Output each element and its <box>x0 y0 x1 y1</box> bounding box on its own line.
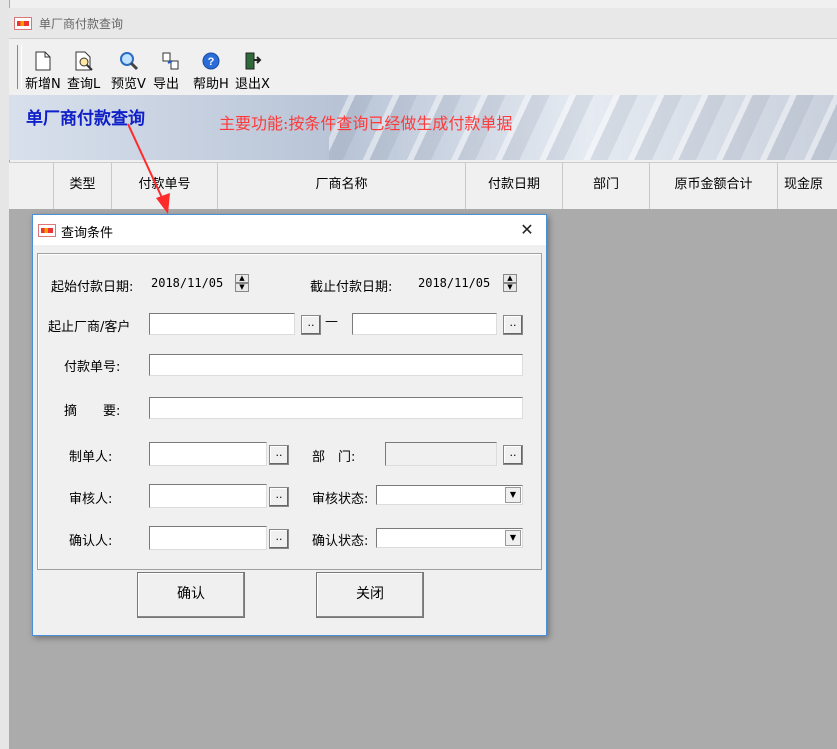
export-button[interactable]: 导出 <box>153 49 189 93</box>
app-logo-icon <box>38 224 56 237</box>
banner-subtitle: 主要功能:按条件查询已经做生成付款单据 <box>219 114 513 133</box>
confirm-status-select[interactable]: ▼ <box>376 528 523 548</box>
end-date-label: 截止付款日期: <box>310 280 393 295</box>
chevron-down-icon[interactable]: ▼ <box>505 530 521 546</box>
confirm-status-label: 确认状态: <box>312 534 369 549</box>
column-header[interactable]: 原币金额合计 <box>650 163 778 209</box>
banner-title: 单厂商付款查询 <box>26 109 145 129</box>
toolbar-grip[interactable] <box>17 45 22 89</box>
query-button[interactable]: 查询L <box>67 49 103 93</box>
svg-text:?: ? <box>208 56 215 68</box>
close-button[interactable]: 关闭 <box>316 572 424 618</box>
spin-up-icon[interactable]: ▲ <box>503 274 517 283</box>
exit-icon <box>245 52 262 70</box>
dialog-title: 查询条件 <box>61 226 114 241</box>
review-status-select[interactable]: ▼ <box>376 485 523 505</box>
summary-field[interactable] <box>149 397 523 419</box>
new-button[interactable]: 新增N <box>25 49 61 93</box>
vendor-from-browse-button[interactable]: .. <box>301 315 321 335</box>
search-document-icon <box>75 51 93 71</box>
preview-button-label: 预览V <box>111 77 146 92</box>
payment-no-label: 付款单号: <box>64 360 121 375</box>
start-date-field[interactable]: 2018/11/05 <box>149 274 233 294</box>
spin-down-icon[interactable]: ▼ <box>503 283 517 292</box>
payment-no-field[interactable] <box>149 354 523 376</box>
summary-label: 摘 要: <box>64 404 121 419</box>
confirm-button[interactable]: 确认 <box>137 572 245 618</box>
query-button-label: 查询L <box>67 77 101 92</box>
vendor-range-label: 起止厂商/客户 <box>48 320 131 335</box>
exit-button-label: 退出X <box>235 77 270 92</box>
review-status-label: 审核状态: <box>312 492 369 507</box>
spin-down-icon[interactable]: ▼ <box>235 283 249 292</box>
dialog-titlebar[interactable]: 查询条件 ✕ <box>33 215 546 245</box>
column-header[interactable]: 类型 <box>54 163 112 209</box>
new-document-icon <box>35 51 51 71</box>
main-titlebar: 单厂商付款查询 <box>9 8 837 39</box>
spin-up-icon[interactable]: ▲ <box>235 274 249 283</box>
magnifier-icon <box>120 52 139 71</box>
export-button-label: 导出 <box>153 77 180 92</box>
preview-button[interactable]: 预览V <box>111 49 147 93</box>
maker-field[interactable] <box>149 442 267 466</box>
banner: 单厂商付款查询 主要功能:按条件查询已经做生成付款单据 <box>9 95 837 160</box>
help-icon: ? <box>202 52 220 70</box>
criteria-group: 起始付款日期: 2018/11/05 ▲ ▼ 截止付款日期: 2018/11/05… <box>37 253 542 570</box>
dept-browse-button[interactable]: .. <box>503 445 523 465</box>
help-button-label: 帮助H <box>193 77 229 92</box>
maker-browse-button[interactable]: .. <box>269 445 289 465</box>
export-icon <box>162 52 179 70</box>
chevron-down-icon[interactable]: ▼ <box>505 487 521 503</box>
window-title: 单厂商付款查询 <box>39 17 124 31</box>
confirmer-field[interactable] <box>149 526 267 550</box>
confirmer-label: 确认人: <box>69 534 113 549</box>
range-dash: — <box>325 314 338 329</box>
close-icon[interactable]: ✕ <box>513 217 541 243</box>
dept-label: 部 门: <box>312 450 356 465</box>
column-header[interactable]: 现金原 <box>778 163 837 209</box>
column-header[interactable]: 厂商名称 <box>218 163 466 209</box>
query-dialog: 查询条件 ✕ 起始付款日期: 2018/11/05 ▲ ▼ 截止付款日期: 201… <box>32 214 547 636</box>
vendor-to-field[interactable] <box>352 313 497 335</box>
new-button-label: 新增N <box>25 77 61 92</box>
start-date-label: 起始付款日期: <box>51 280 134 295</box>
vendor-to-browse-button[interactable]: .. <box>503 315 523 335</box>
end-date-field[interactable]: 2018/11/05 <box>416 274 500 294</box>
toolbar: 新增N 查询L 预览V 导出 ? 帮助H 退出X <box>9 39 837 96</box>
column-header[interactable]: 部门 <box>563 163 650 209</box>
vendor-from-field[interactable] <box>149 313 295 335</box>
end-date-spinner[interactable]: ▲ ▼ <box>503 274 517 294</box>
exit-button[interactable]: 退出X <box>235 49 271 93</box>
confirmer-browse-button[interactable]: .. <box>269 529 289 549</box>
row-selector-header[interactable] <box>9 163 54 209</box>
reviewer-field[interactable] <box>149 484 267 508</box>
start-date-spinner[interactable]: ▲ ▼ <box>235 274 249 294</box>
maker-label: 制单人: <box>69 450 113 465</box>
dept-field[interactable] <box>385 442 497 466</box>
help-button[interactable]: ? 帮助H <box>193 49 229 93</box>
grid-header: 类型 付款单号 厂商名称 付款日期 部门 原币金额合计 现金原 <box>9 162 837 210</box>
column-header[interactable]: 付款单号 <box>112 163 218 209</box>
app-logo-icon <box>14 17 32 30</box>
reviewer-label: 审核人: <box>69 492 113 507</box>
reviewer-browse-button[interactable]: .. <box>269 487 289 507</box>
column-header[interactable]: 付款日期 <box>466 163 563 209</box>
